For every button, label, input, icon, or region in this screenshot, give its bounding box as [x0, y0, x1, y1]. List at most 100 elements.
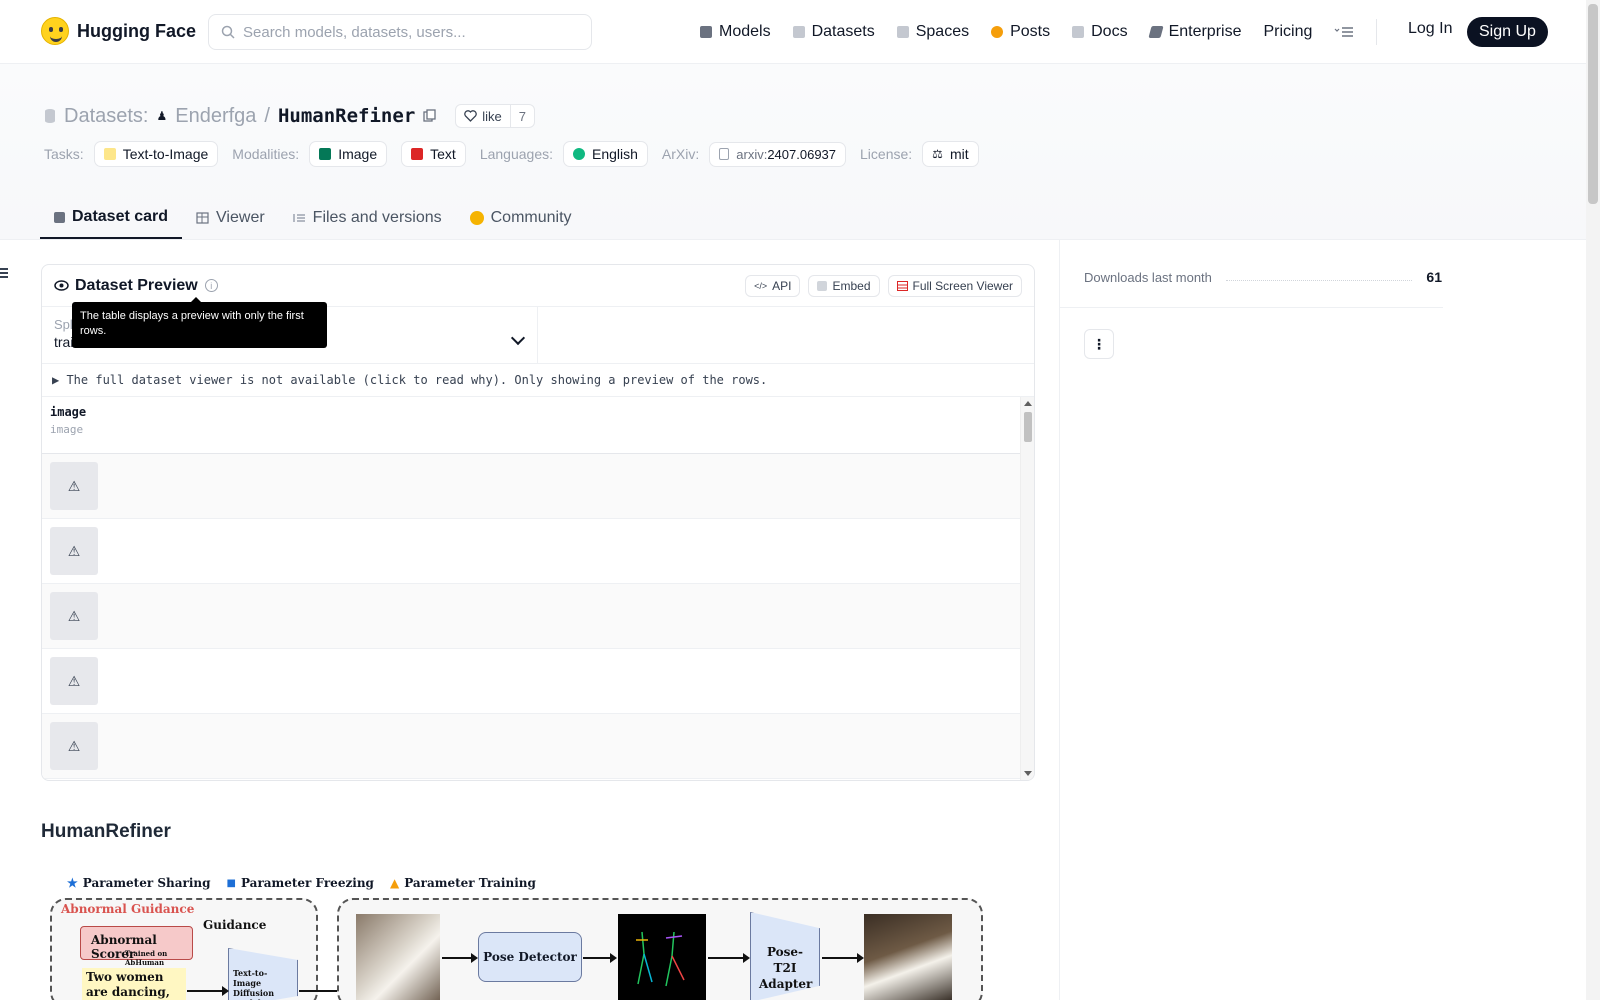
repo-tabs: Dataset card Viewer Files and versions C…	[40, 197, 586, 239]
nav-spaces[interactable]: Spaces	[896, 23, 970, 41]
viewer-unavailable-notice[interactable]: ▶ The full dataset viewer is not availab…	[42, 364, 1034, 397]
abnormal-guidance-label: Abnormal Guidance	[61, 902, 195, 916]
signup-button[interactable]: Sign Up	[1467, 17, 1548, 47]
table-row[interactable]: ⚠	[42, 454, 1020, 519]
legend-freezing-label: Parameter Freezing	[240, 876, 374, 890]
dataset-name[interactable]: HumanRefiner	[278, 105, 415, 127]
tag-license[interactable]: ⚖ mit	[922, 141, 979, 167]
tag-task[interactable]: Text-to-Image	[93, 141, 219, 167]
search-icon	[221, 25, 235, 39]
nav-docs-label: Docs	[1091, 23, 1128, 40]
arxiv-label: ArXiv:	[661, 146, 700, 162]
legend-sharing-label: Parameter Sharing	[82, 876, 211, 890]
brand-logo[interactable]: Hugging Face	[41, 17, 196, 45]
column-header: image image	[42, 397, 1034, 454]
license-label: License:	[860, 146, 913, 162]
table-scrollbar[interactable]	[1020, 397, 1034, 780]
like-label: like	[482, 108, 502, 124]
downloads-stat: Downloads last month 61	[1084, 269, 1442, 285]
card-section-title: HumanRefiner	[41, 821, 171, 842]
pose-skeleton-image	[618, 914, 706, 1000]
embed-icon	[817, 280, 828, 291]
languages-label: Languages:	[479, 146, 553, 162]
copy-icon[interactable]	[423, 109, 437, 123]
login-link[interactable]: Log In	[1408, 20, 1452, 38]
tab-files-label: Files and versions	[312, 209, 442, 226]
globe-icon	[573, 148, 585, 160]
nav-enterprise[interactable]: Enterprise	[1147, 23, 1242, 41]
table-row[interactable]: ⚠	[42, 714, 1020, 779]
page-scrollbar-thumb[interactable]	[1588, 4, 1598, 204]
tab-community[interactable]: Community	[456, 197, 586, 239]
api-label: API	[772, 278, 792, 293]
more-options-button[interactable]: ⋮	[1084, 329, 1114, 359]
nav-datasets-label: Datasets	[811, 23, 875, 40]
nav-models-label: Models	[719, 23, 771, 40]
image-icon	[319, 148, 332, 160]
kebab-icon: ⋮	[1092, 335, 1106, 352]
fullscreen-label: Full Screen Viewer	[912, 278, 1014, 293]
skeleton-icon	[636, 931, 685, 987]
search-input[interactable]	[243, 23, 573, 41]
tag-row: Tasks: Text-to-Image Modalities: Image T…	[44, 141, 985, 167]
column-divider	[1059, 240, 1060, 1000]
nav-pricing[interactable]: Pricing	[1263, 23, 1312, 41]
page-scrollbar[interactable]	[1586, 0, 1600, 1000]
nav-models[interactable]: Models	[700, 23, 771, 41]
table-row[interactable]: ⚠	[42, 519, 1020, 584]
fire-icon: ▲	[389, 876, 400, 890]
scroll-down-icon[interactable]	[1024, 771, 1032, 776]
eye-icon	[54, 280, 69, 291]
api-button[interactable]: </> API	[745, 274, 801, 297]
figure-legend: ★ Parameter Sharing ■ Parameter Freezing ▲…	[67, 876, 536, 890]
legend-training: ▲ Parameter Training	[390, 876, 536, 890]
like-button[interactable]: like 7	[455, 104, 536, 128]
brand-name: Hugging Face	[77, 20, 197, 41]
adapter-label: Pose-T2I Adapter	[759, 945, 813, 991]
tag-arxiv[interactable]: arxiv: 2407.06937	[709, 141, 847, 167]
table-row[interactable]: ⚠	[42, 649, 1020, 714]
flow-arrow	[442, 953, 478, 963]
tag-modality-image[interactable]: Image	[309, 141, 388, 167]
table-row[interactable]: ⚠	[42, 584, 1020, 649]
prompt-text: Two women are dancing, ballet	[86, 970, 170, 999]
tag-language-label: English	[592, 146, 638, 162]
nav-menu: Models Datasets Spaces Posts Docs Enterp…	[700, 0, 1378, 64]
output-dancers-image	[864, 914, 952, 1000]
text-to-image-icon	[103, 148, 116, 160]
more-menu-button[interactable]	[1334, 26, 1354, 38]
nav-datasets[interactable]: Datasets	[792, 23, 875, 41]
legend-training-label: Parameter Training	[404, 876, 536, 890]
broken-image-warning-icon: ⚠	[50, 657, 98, 705]
modalities-label: Modalities:	[232, 146, 300, 162]
nav-docs[interactable]: Docs	[1072, 23, 1128, 41]
downloads-value: 61	[1426, 269, 1442, 285]
scrollbar-thumb[interactable]	[1024, 412, 1032, 442]
tag-license-label: mit	[949, 146, 969, 162]
tab-dataset-card[interactable]: Dataset card	[40, 197, 183, 239]
search-box[interactable]	[208, 14, 592, 50]
star-icon: ★	[67, 876, 78, 890]
info-tooltip: The table displays a preview with only t…	[72, 297, 327, 348]
pipeline-figure: ★ Parameter Sharing ■ Parameter Freezing ▲…	[47, 872, 987, 1000]
tab-viewer[interactable]: Viewer	[182, 197, 279, 239]
sidebar-toggle-icon[interactable]	[0, 268, 10, 282]
column-name: image	[50, 405, 87, 419]
nav-spaces-label: Spaces	[915, 23, 970, 40]
embed-button[interactable]: Embed	[808, 274, 880, 297]
owner-link[interactable]: Enderfga	[175, 105, 256, 128]
info-icon[interactable]: i	[204, 279, 218, 292]
tag-modality-text[interactable]: Text	[401, 141, 466, 167]
nav-posts[interactable]: Posts	[991, 23, 1050, 41]
nav-enterprise-label: Enterprise	[1168, 23, 1242, 40]
fullscreen-viewer-button[interactable]: Full Screen Viewer	[887, 274, 1022, 297]
hugging-face-logo-icon	[41, 17, 69, 45]
tag-modality-text-label: Text	[430, 146, 456, 162]
community-icon	[469, 211, 484, 225]
tag-language[interactable]: English	[563, 141, 648, 167]
breadcrumb: Datasets: ♟ Enderfga / HumanRefiner like…	[44, 104, 536, 128]
datasets-link[interactable]: Datasets:	[64, 105, 148, 128]
scroll-up-icon[interactable]	[1024, 401, 1032, 406]
cube-icon	[54, 211, 65, 223]
tab-files[interactable]: Files and versions	[279, 197, 456, 239]
